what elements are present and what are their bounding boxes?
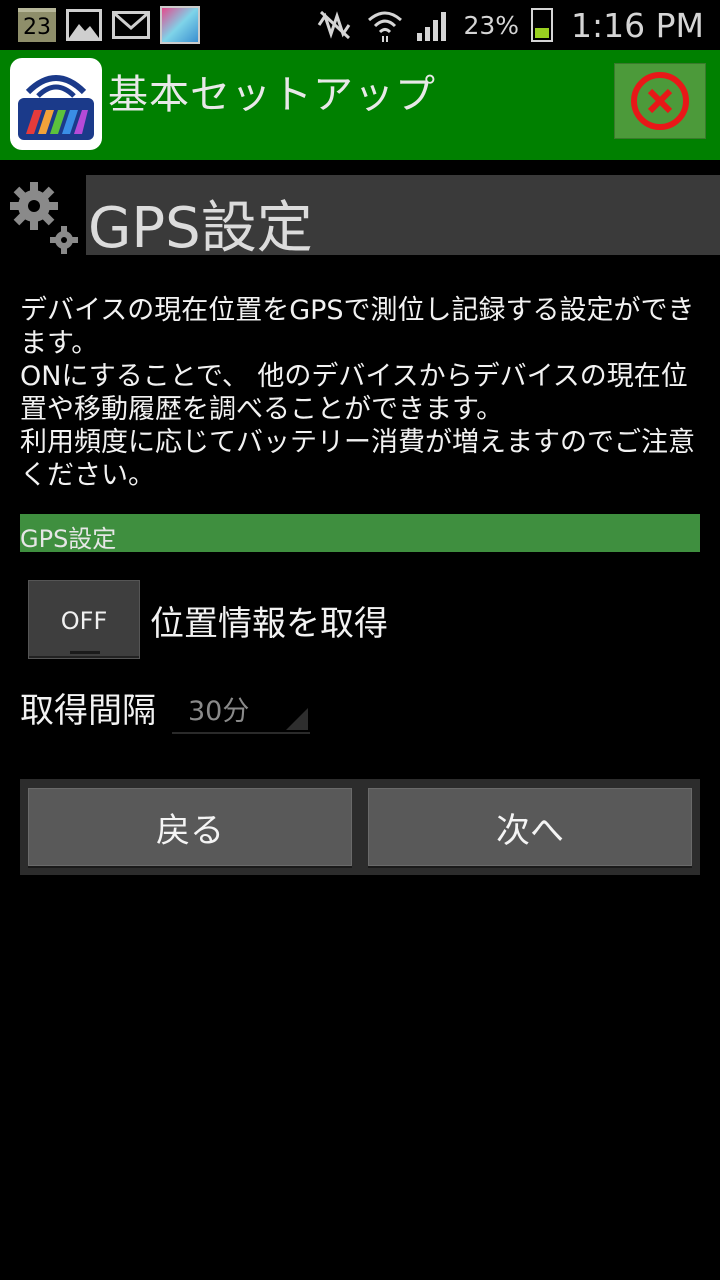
section-header: GPS設定 <box>86 175 720 261</box>
mail-icon <box>112 11 150 39</box>
group-header: GPS設定 <box>20 514 700 553</box>
navigation-buttons: 戻る 次へ <box>20 779 700 875</box>
interval-label: 取得間隔 <box>20 691 156 731</box>
image-icon <box>66 9 102 41</box>
close-button[interactable] <box>614 63 706 139</box>
gps-toggle-button[interactable]: OFF <box>28 580 140 659</box>
clock: 1:16 PM <box>571 5 704 45</box>
section-title: GPS設定 <box>88 196 313 261</box>
dropdown-arrow-icon <box>286 708 308 730</box>
group-label: GPS設定 <box>20 525 117 553</box>
toggle-indicator <box>70 651 100 654</box>
back-button[interactable]: 戻る <box>28 788 352 866</box>
toggle-state: OFF <box>60 607 108 635</box>
close-icon <box>631 72 689 130</box>
next-button[interactable]: 次へ <box>368 788 692 866</box>
app-thumbnail-icon <box>160 6 200 44</box>
calendar-icon: 23 <box>18 8 56 42</box>
description: デバイスの現在位置をGPSで測位し記録する設定ができます。 ONにすることで、 … <box>20 294 704 492</box>
battery-percent: 23% <box>463 10 520 40</box>
status-bar: 23 23% 1:16 PM <box>0 0 720 50</box>
calendar-day: 23 <box>23 14 51 40</box>
interval-selected-value: 30分 <box>188 696 250 727</box>
app-logo-icon <box>10 58 102 150</box>
signal-icon <box>417 12 447 41</box>
interval-spinner[interactable]: 30分 <box>172 680 310 734</box>
description-line: デバイスの現在位置をGPSで測位し記録する設定ができます。 <box>20 295 695 359</box>
gear-icon <box>6 176 82 256</box>
description-line: ONにすることで、 他のデバイスからデバイスの現在位置や移動履歴を調べることがで… <box>20 361 688 425</box>
description-line: 利用頻度に応じてバッテリー消費が増えますのでご注意ください。 <box>20 427 695 491</box>
wifi-icon <box>368 11 403 42</box>
battery-charging-icon <box>531 8 554 42</box>
mute-icon <box>318 10 351 40</box>
gps-toggle-label: 位置情報を取得 <box>150 604 388 644</box>
notification-icons: 23 <box>18 6 200 44</box>
app-header: 基本セットアップ <box>0 50 720 160</box>
app-title: 基本セットアップ <box>108 72 436 118</box>
system-icons: 23% 1:16 PM <box>315 4 704 46</box>
